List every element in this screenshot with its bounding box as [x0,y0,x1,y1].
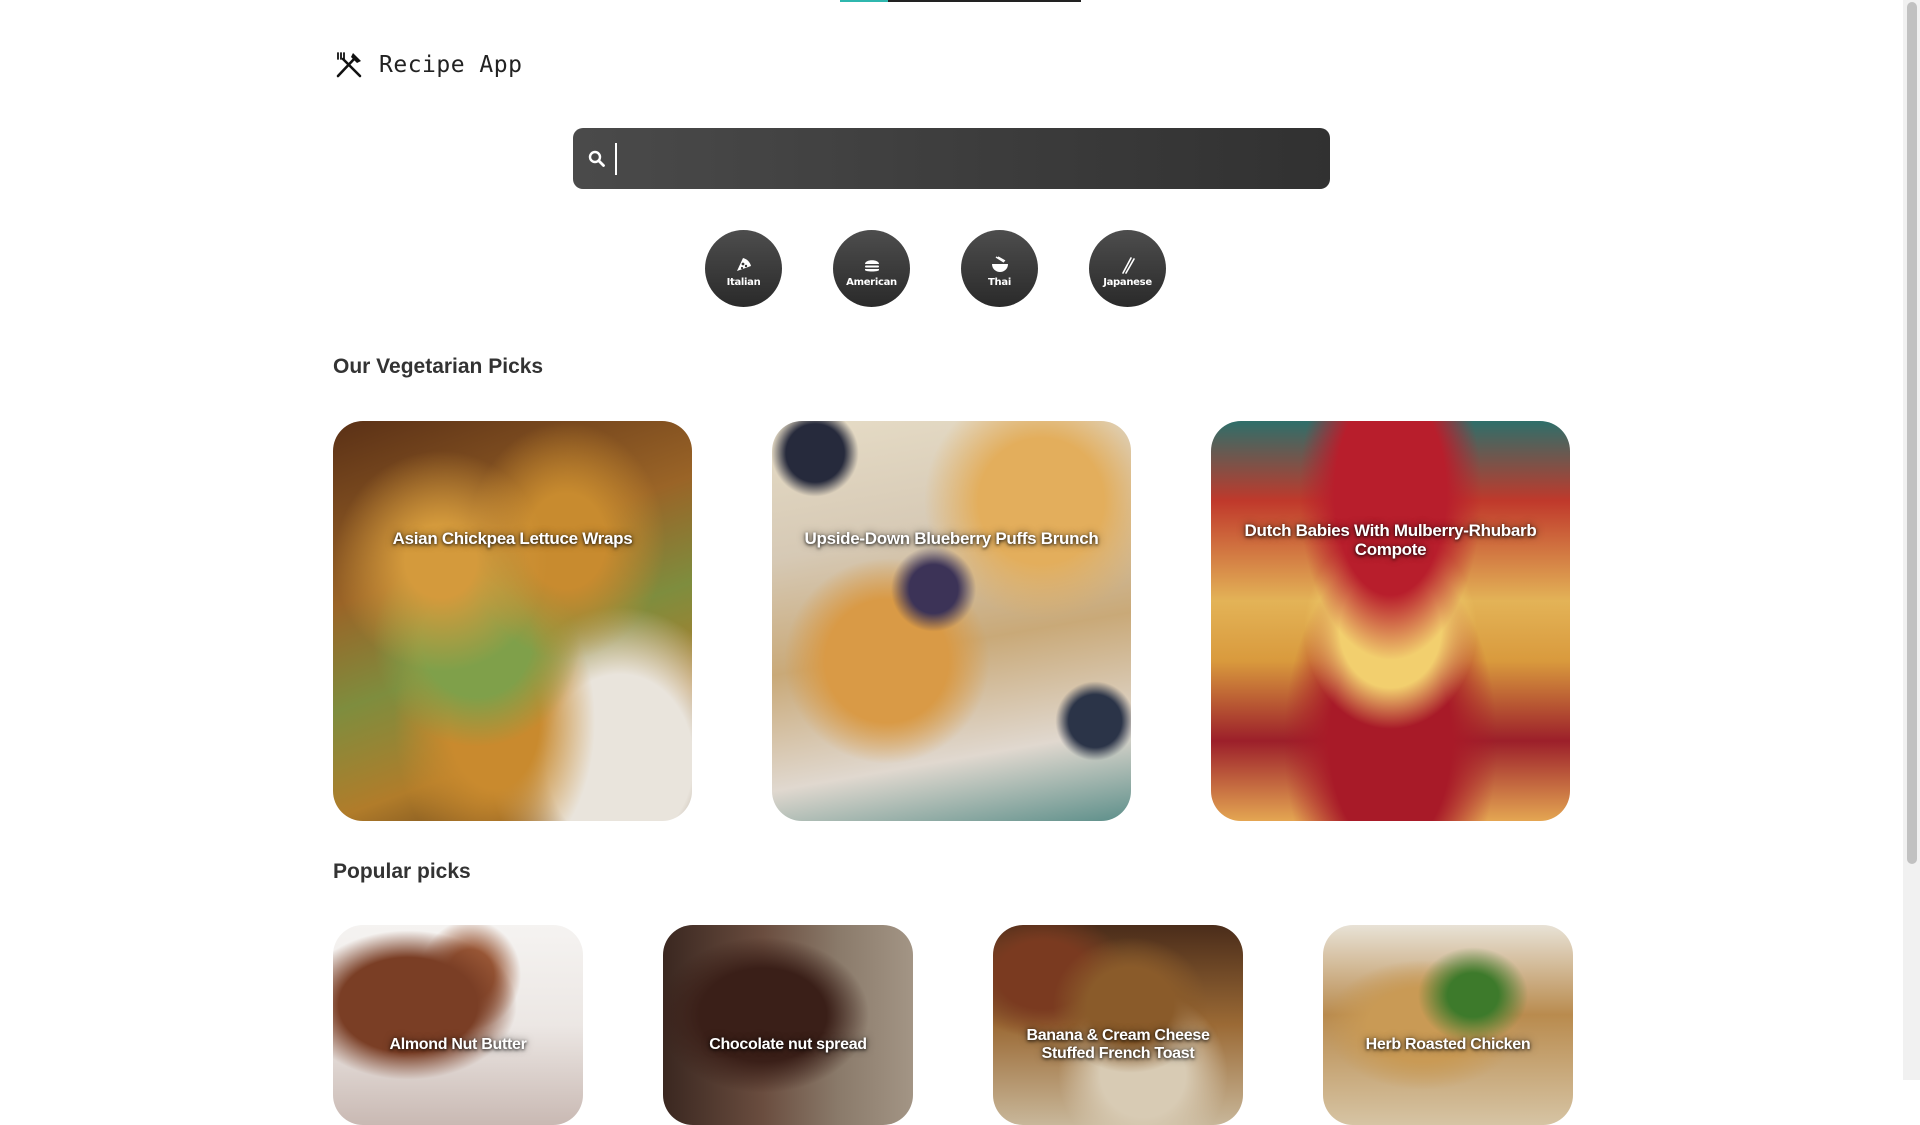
category-label: Italian [726,277,761,288]
recipe-card[interactable]: Dutch Babies With Mulberry-Rhubarb Compo… [1211,421,1570,821]
recipe-card[interactable]: Asian Chickpea Lettuce Wraps [333,421,692,821]
recipe-card[interactable]: Banana & Cream Cheese Stuffed French Toa… [993,925,1243,1125]
search-input[interactable] [615,142,1310,175]
recipe-card-title: Chocolate nut spread [709,1036,867,1053]
recipe-card[interactable]: Almond Nut Butter [333,925,583,1125]
vegetarian-picks: Asian Chickpea Lettuce Wraps Upside-Down… [333,421,1570,821]
category-label: Japanese [1103,277,1152,288]
noodle-bowl-icon [991,256,1008,272]
recipe-card[interactable]: Upside-Down Blueberry Puffs Brunch [772,421,1131,821]
category-label: Thai [988,277,1011,288]
app-header[interactable]: Recipe App [333,48,522,82]
app-title: Recipe App [379,52,523,78]
category-thai[interactable]: Thai [961,230,1038,307]
recipe-card-title: Asian Chickpea Lettuce Wraps [392,529,633,548]
recipe-card-title: Herb Roasted Chicken [1365,1036,1531,1053]
vertical-scrollbar[interactable] [1903,0,1920,1080]
cuisine-categories: Italian American Thai Japanese [705,230,1166,307]
category-label: American [846,277,897,288]
recipe-card[interactable]: Chocolate nut spread [663,925,913,1125]
category-american[interactable]: American [833,230,910,307]
chopsticks-icon [1121,257,1135,274]
recipe-card-title: Dutch Babies With Mulberry-Rhubarb Compo… [1244,521,1537,559]
popular-section-title: Popular picks [333,860,471,883]
search-icon [588,150,605,167]
recipe-card-title: Banana & Cream Cheese Stuffed French Toa… [1026,1027,1210,1062]
popular-picks: Almond Nut Butter Chocolate nut spread B… [333,925,1573,1125]
search-bar[interactable] [573,128,1330,189]
category-italian[interactable]: Italian [705,230,782,307]
pizza-icon [736,258,751,271]
recipe-card[interactable]: Herb Roasted Chicken [1323,925,1573,1125]
category-japanese[interactable]: Japanese [1089,230,1166,307]
burger-icon [864,260,879,272]
vegetarian-section-title: Our Vegetarian Picks [333,355,544,378]
fork-knife-icon [336,52,362,78]
recipe-card-title: Upside-Down Blueberry Puffs Brunch [804,529,1099,548]
scrollbar-thumb[interactable] [1907,2,1917,864]
recipe-card-title: Almond Nut Butter [389,1036,527,1053]
page-container: Recipe App Italian American Thai Japanes… [333,0,1573,1125]
